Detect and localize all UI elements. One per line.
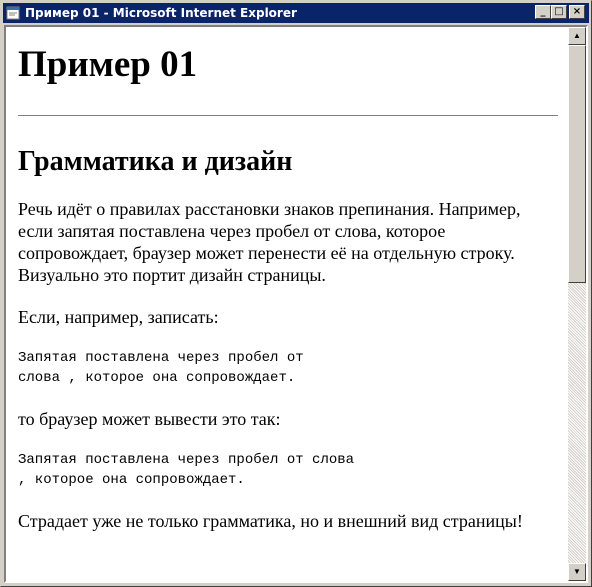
browser-window: Пример 01 - Microsoft Internet Explorer … bbox=[0, 0, 592, 587]
paragraph-intro: Речь идёт о правилах расстановки знаков … bbox=[18, 199, 521, 285]
scroll-up-button[interactable]: ▲ bbox=[568, 27, 586, 45]
paragraph-result-lead: то браузер может вывести это так: bbox=[18, 409, 281, 429]
paragraph-conclusion: Страдает уже не только грамматика, но и … bbox=[18, 511, 523, 531]
window-title: Пример 01 - Microsoft Internet Explorer bbox=[25, 6, 297, 20]
maximize-button[interactable]: □ bbox=[551, 5, 567, 19]
content-frame: Пример 01 Грамматика и дизайн Речь идёт … bbox=[4, 25, 588, 583]
title-bar[interactable]: Пример 01 - Microsoft Internet Explorer … bbox=[3, 3, 589, 23]
vertical-scrollbar[interactable]: ▲ ▼ bbox=[568, 27, 586, 581]
horizontal-rule bbox=[18, 115, 558, 117]
page-heading: Пример 01 bbox=[18, 44, 198, 85]
page-content: Пример 01 Грамматика и дизайн Речь идёт … bbox=[18, 27, 558, 532]
code-example-source: Запятая поставлена через пробел от слова… bbox=[18, 350, 304, 386]
section-heading: Грамматика и дизайн bbox=[18, 146, 293, 177]
paragraph-example-lead: Если, например, записать: bbox=[18, 307, 219, 327]
scroll-thumb[interactable] bbox=[568, 45, 586, 283]
code-example-rendered: Запятая поставлена через пробел от слова… bbox=[18, 452, 355, 488]
internet-explorer-icon bbox=[6, 6, 20, 20]
page-viewport: Пример 01 Грамматика и дизайн Речь идёт … bbox=[6, 27, 568, 581]
scroll-down-button[interactable]: ▼ bbox=[568, 563, 586, 581]
close-button[interactable]: × bbox=[569, 5, 585, 19]
minimize-button[interactable]: _ bbox=[535, 5, 551, 19]
